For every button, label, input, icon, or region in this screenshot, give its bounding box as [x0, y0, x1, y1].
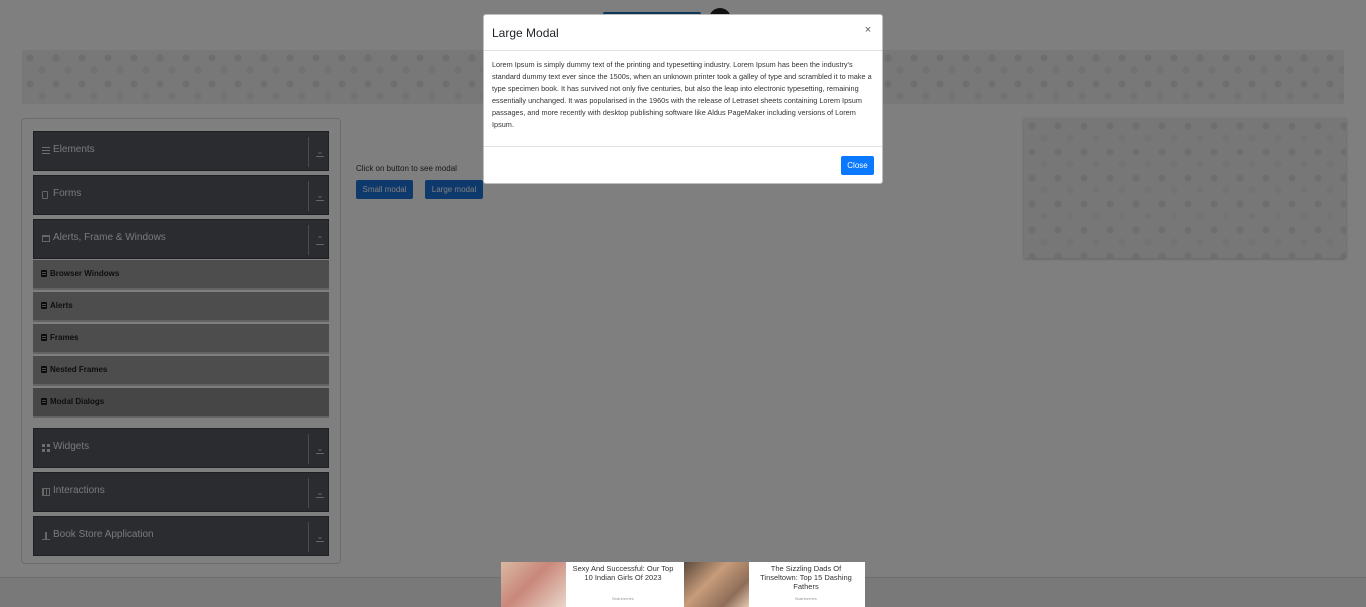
close-button[interactable]: Close [841, 156, 874, 175]
ad-card[interactable]: The Sizzling Dads Of Tinseltown: Top 15 … [684, 562, 866, 607]
ad-source: Brainberries [795, 596, 817, 601]
bottom-ad: Sexy And Successful: Our Top 10 Indian G… [501, 562, 865, 607]
ad-image [684, 562, 749, 607]
ad-card[interactable]: Sexy And Successful: Our Top 10 Indian G… [501, 562, 683, 607]
ad-title: The Sizzling Dads Of Tinseltown: Top 15 … [760, 564, 852, 591]
ad-image [501, 562, 566, 607]
modal-header: Large Modal × [484, 15, 882, 51]
modal-body-text: Lorem Ipsum is simply dummy text of the … [492, 60, 872, 129]
modal-footer: Close [484, 146, 882, 184]
ad-source: Brainberries [612, 596, 634, 601]
large-modal-dialog: Large Modal × Lorem Ipsum is simply dumm… [483, 14, 883, 184]
close-icon[interactable]: × [862, 23, 874, 37]
ad-title: Sexy And Successful: Our Top 10 Indian G… [572, 564, 674, 582]
page: Elements ⌄ Forms ⌄ Alerts, Frame & Windo… [0, 0, 1366, 607]
modal-title: Large Modal [492, 26, 559, 40]
